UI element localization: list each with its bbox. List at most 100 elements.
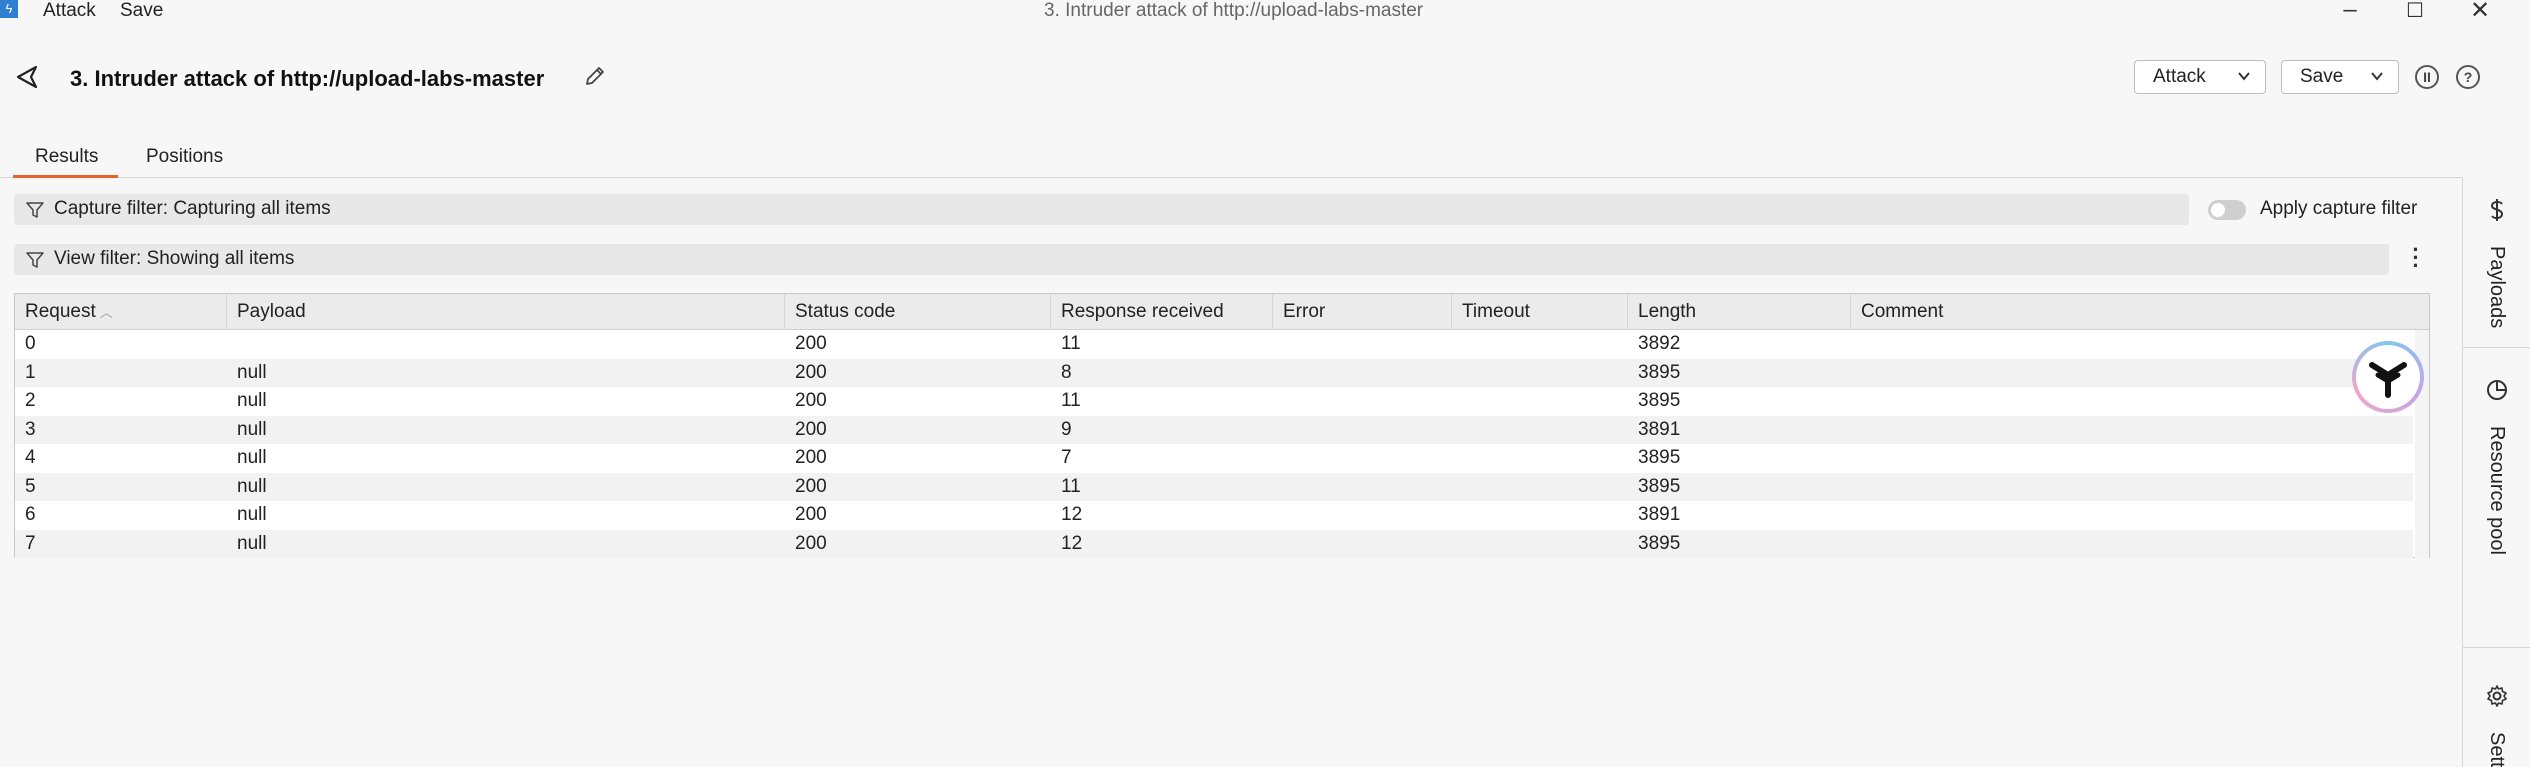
cell-comment xyxy=(1851,473,1861,502)
cell-timeout xyxy=(1452,359,1462,388)
cell-status-code: 200 xyxy=(795,333,827,354)
table-row[interactable]: 2 null 200 11 3895 xyxy=(15,387,2413,416)
cell-error xyxy=(1273,473,1283,502)
cell-status-code: 200 xyxy=(795,418,827,440)
table-header: Request ︿ Payload Status code Response re… xyxy=(15,294,2429,330)
cell-response-received: 12 xyxy=(1061,504,1083,525)
cell-length: 3891 xyxy=(1638,418,1681,440)
cell-response-received: 7 xyxy=(1061,447,1072,468)
cell-error xyxy=(1273,416,1283,445)
table-row[interactable]: 3 null 200 9 3891 xyxy=(15,415,2413,445)
table-row[interactable]: 4 null 200 7 3895 xyxy=(15,444,2413,473)
table-row[interactable]: 1 null 200 8 3895 xyxy=(15,358,2413,388)
tab-bar: Results Positions xyxy=(0,138,2462,178)
cell-response-received: 11 xyxy=(1061,390,1081,411)
attack-dropdown-button[interactable]: Attack xyxy=(2134,60,2266,94)
cell-error xyxy=(1273,530,1283,559)
window-titlebar: ϟ Attack Save 3. Intruder attack of http… xyxy=(0,0,2530,28)
column-header-response-received[interactable]: Response received xyxy=(1051,294,1273,330)
cell-payload: null xyxy=(237,390,267,411)
view-filter-bar[interactable]: View filter: Showing all items xyxy=(14,244,2389,275)
cell-timeout xyxy=(1452,416,1462,445)
attack-button-label: Attack xyxy=(2153,66,2206,87)
sidebar-item-settings[interactable]: Settin xyxy=(2463,648,2530,767)
cell-error xyxy=(1273,444,1283,473)
cell-payload: null xyxy=(237,532,267,554)
cell-payload: null xyxy=(237,361,267,383)
column-header-error[interactable]: Error xyxy=(1273,294,1452,330)
cell-comment xyxy=(1851,444,1861,473)
cell-request: 7 xyxy=(25,532,36,554)
cell-length: 3895 xyxy=(1638,390,1681,411)
cell-comment xyxy=(1851,387,1861,416)
column-header-request[interactable]: Request ︿ xyxy=(15,294,227,330)
cell-status-code: 200 xyxy=(795,475,827,497)
save-button-label: Save xyxy=(2300,66,2344,87)
capture-filter-bar[interactable]: Capture filter: Capturing all items xyxy=(14,194,2189,225)
cell-status-code: 200 xyxy=(795,447,827,468)
assistant-logo-icon xyxy=(2369,362,2407,398)
results-table: Request ︿ Payload Status code Response re… xyxy=(14,293,2430,558)
gear-icon xyxy=(2487,685,2507,707)
minimize-icon[interactable]: – xyxy=(2330,0,2370,24)
pie-chart-icon xyxy=(2487,380,2507,400)
cell-length: 3895 xyxy=(1638,532,1681,554)
save-dropdown-button[interactable]: Save xyxy=(2281,60,2399,94)
column-header-timeout[interactable]: Timeout xyxy=(1452,294,1628,330)
close-icon[interactable]: ✕ xyxy=(2460,0,2500,25)
page-title: 3. Intruder attack of http://upload-labs… xyxy=(70,66,545,91)
cell-response-received: 8 xyxy=(1061,361,1072,383)
cell-timeout xyxy=(1452,387,1462,416)
maximize-icon[interactable]: ☐ xyxy=(2395,0,2435,23)
help-icon[interactable]: ? xyxy=(2456,65,2480,89)
sidebar-item-resource-pool[interactable]: Resource pool xyxy=(2463,348,2530,648)
cell-error xyxy=(1273,359,1283,388)
cell-timeout xyxy=(1452,501,1462,530)
cell-length: 3895 xyxy=(1638,361,1681,383)
more-options-icon[interactable]: · · · xyxy=(2408,239,2424,277)
cell-response-received: 12 xyxy=(1061,532,1083,554)
cell-request: 3 xyxy=(25,418,36,440)
cell-timeout xyxy=(1452,444,1462,473)
filter-icon xyxy=(26,252,44,268)
sidebar-item-payloads[interactable]: Payloads xyxy=(2463,178,2530,348)
cell-comment xyxy=(1851,416,1861,445)
tab-positions[interactable]: Positions xyxy=(146,146,223,168)
tab-results[interactable]: Results xyxy=(12,146,119,178)
cell-payload: null xyxy=(237,418,267,440)
edit-pencil-icon[interactable] xyxy=(583,64,607,88)
cell-comment xyxy=(1851,501,1861,530)
cell-response-received: 11 xyxy=(1061,333,1081,354)
table-row[interactable]: 5 null 200 11 3895 xyxy=(15,472,2413,502)
view-filter-text: View filter: Showing all items xyxy=(54,248,295,269)
cell-length: 3891 xyxy=(1638,504,1681,525)
cell-comment xyxy=(1851,530,1861,559)
cell-status-code: 200 xyxy=(795,504,827,525)
back-arrow-icon[interactable] xyxy=(14,64,40,90)
menu-save[interactable]: Save xyxy=(120,0,163,22)
cell-status-code: 200 xyxy=(795,390,827,411)
sort-ascending-icon: ︿ xyxy=(99,305,113,320)
cell-status-code: 200 xyxy=(795,532,827,554)
column-header-comment[interactable]: Comment xyxy=(1851,294,2415,330)
menu-attack[interactable]: Attack xyxy=(43,0,96,22)
apply-capture-filter-toggle[interactable] xyxy=(2208,200,2246,220)
column-header-length[interactable]: Length xyxy=(1628,294,1851,330)
burp-logo-icon: ϟ xyxy=(0,0,18,18)
column-header-payload[interactable]: Payload xyxy=(227,294,785,330)
cell-request: 1 xyxy=(25,361,36,383)
dollar-icon xyxy=(2490,199,2504,221)
chevron-down-icon xyxy=(2238,72,2250,81)
table-row[interactable]: 7 null 200 12 3895 xyxy=(15,529,2413,559)
cell-length: 3895 xyxy=(1638,475,1681,497)
cell-comment xyxy=(1851,359,1861,388)
sidebar-label-payloads: Payloads xyxy=(2486,246,2508,329)
pause-icon[interactable]: II xyxy=(2415,65,2439,89)
capture-filter-text: Capture filter: Capturing all items xyxy=(54,198,331,219)
cell-timeout xyxy=(1452,473,1462,502)
table-row[interactable]: 0 200 11 3892 xyxy=(15,330,2413,359)
column-header-status-code[interactable]: Status code xyxy=(785,294,1051,330)
cell-timeout xyxy=(1452,330,1462,359)
table-row[interactable]: 6 null 200 12 3891 xyxy=(15,501,2413,530)
assistant-floating-icon[interactable] xyxy=(2352,341,2424,413)
